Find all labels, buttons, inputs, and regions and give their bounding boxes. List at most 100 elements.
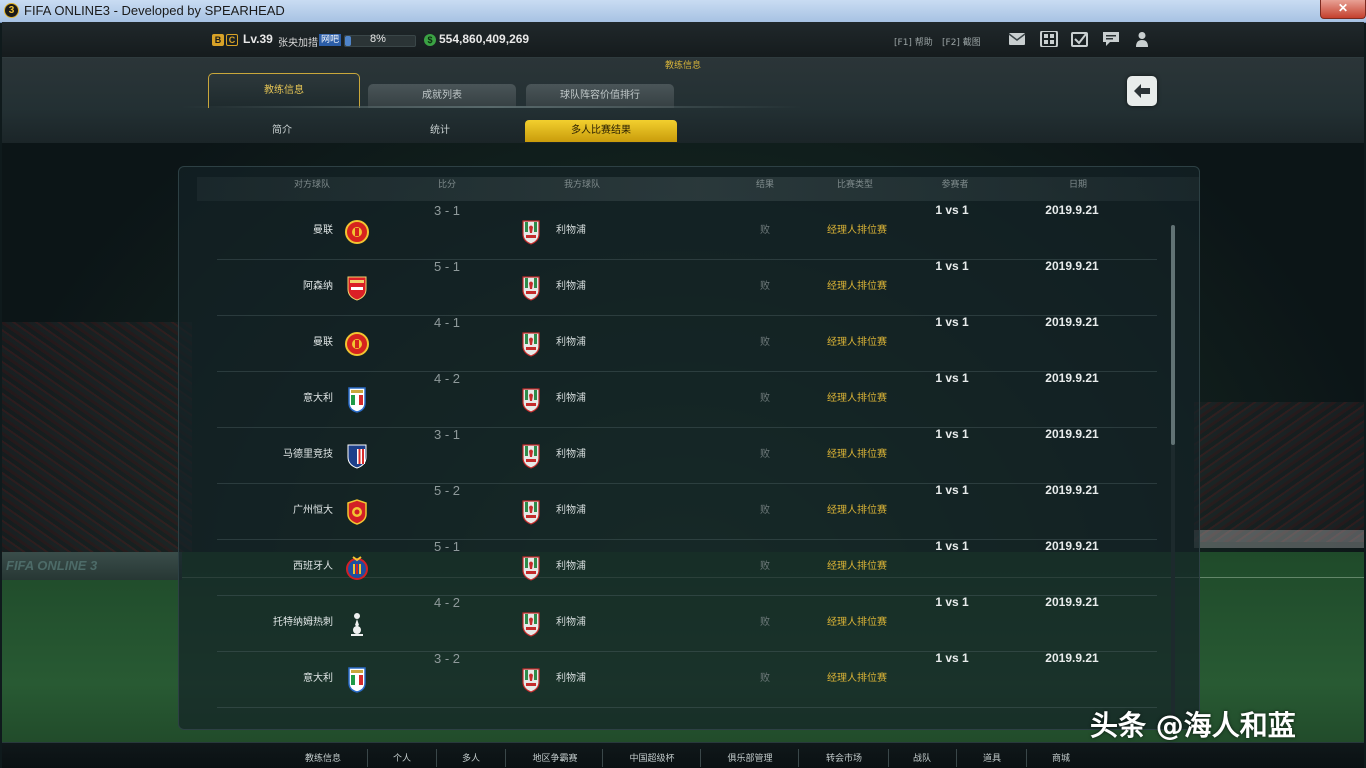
player-name: 张央加措 — [278, 38, 318, 49]
calendar-check-icon[interactable] — [1071, 31, 1089, 47]
match-result: 败 — [760, 281, 770, 292]
ad-board: FIFA ONLINE 3 — [2, 552, 182, 580]
my-team-name: 利物浦 — [556, 337, 586, 348]
opponent-team-name: 广州恒大 — [293, 505, 333, 516]
participants: 1 vs 1 — [935, 483, 969, 497]
match-score: 5 - 1 — [433, 259, 460, 274]
match-row[interactable]: 曼联 4 - 1 利物浦 败 经理人排位赛 1 vs 1 2019.9.21 — [217, 315, 1157, 372]
stadium-crowd-left — [2, 322, 192, 562]
liverpool-crest-icon — [519, 611, 543, 637]
match-result: 败 — [760, 337, 770, 348]
tab-squad-value-ranking[interactable]: 球队阵容价值排行 — [526, 84, 674, 108]
grade-c-badge: C — [226, 34, 238, 46]
game-frame: FIFA ONLINE 3 B C Lv.39 张央加措 网吧 8% $ 554… — [2, 22, 1364, 768]
col-header-opponent: 对方球队 — [293, 180, 330, 190]
window-close-button[interactable]: ✕ — [1320, 0, 1366, 19]
match-row[interactable]: 托特纳姆热刺 4 - 2 利物浦 败 经理人排位赛 1 vs 1 2019.9.21 — [217, 595, 1157, 652]
watermark: 头条 @海人和蓝 — [1090, 709, 1296, 742]
tottenham-crest-icon — [345, 611, 369, 637]
match-type: 经理人排位赛 — [827, 225, 887, 236]
col-header-result: 结果 — [755, 180, 774, 190]
bottom-nav-super-cup[interactable]: 中国超级杯 — [617, 751, 687, 764]
match-type: 经理人排位赛 — [827, 393, 887, 404]
tab-coach-info[interactable]: 教练信息 — [208, 73, 360, 108]
user-icon[interactable] — [1133, 31, 1151, 47]
italy-crest-icon — [345, 387, 369, 413]
match-score: 4 - 1 — [433, 315, 460, 330]
bottom-nav-single[interactable]: 个人 — [382, 751, 422, 764]
bottom-nav-multi[interactable]: 多人 — [451, 751, 491, 764]
my-team-name: 利物浦 — [556, 281, 586, 292]
tab-achievements[interactable]: 成就列表 — [368, 84, 516, 108]
match-row[interactable]: 意大利 4 - 2 利物浦 败 经理人排位赛 1 vs 1 2019.9.21 — [217, 371, 1157, 428]
participants: 1 vs 1 — [935, 427, 969, 441]
nav-separator — [602, 749, 603, 767]
participants: 1 vs 1 — [935, 315, 969, 329]
match-score: 3 - 1 — [433, 203, 460, 218]
bottom-nav-regional[interactable]: 地区争霸赛 — [520, 751, 590, 764]
bottom-nav-shop[interactable]: 商城 — [1041, 751, 1081, 764]
opponent-team-name: 马德里竞技 — [283, 449, 333, 460]
nav-separator — [367, 749, 368, 767]
exp-progress-fill — [345, 36, 351, 46]
subtab-stats[interactable]: 统计 — [390, 120, 490, 142]
match-date: 2019.9.21 — [1045, 595, 1099, 609]
liverpool-crest-icon — [519, 499, 543, 525]
liverpool-crest-icon — [519, 667, 543, 693]
tab-divider — [182, 106, 802, 108]
match-row[interactable]: 阿森纳 5 - 1 利物浦 败 经理人排位赛 1 vs 1 2019.9.21 — [217, 259, 1157, 316]
italy-crest-icon — [345, 667, 369, 693]
match-row[interactable]: 意大利 3 - 2 利物浦 败 经理人排位赛 1 vs 1 2019.9.21 — [217, 651, 1157, 708]
match-row[interactable]: 西班牙人 5 - 1 利物浦 败 经理人排位赛 1 vs 1 2019.9.21 — [217, 539, 1157, 596]
match-row[interactable]: 曼联 3 - 1 利物浦 败 经理人排位赛 1 vs 1 2019.9.21 — [217, 203, 1157, 260]
stadium-crowd-right — [1194, 402, 1364, 542]
match-type: 经理人排位赛 — [827, 673, 887, 684]
match-date: 2019.9.21 — [1045, 203, 1099, 217]
player-level: Lv.39 — [243, 32, 273, 46]
bottom-nav-team[interactable]: 战队 — [902, 751, 942, 764]
match-score: 3 - 2 — [433, 651, 460, 666]
liverpool-crest-icon — [519, 443, 543, 469]
grid-icon[interactable] — [1040, 31, 1058, 47]
scrollbar[interactable] — [1171, 225, 1175, 720]
opponent-team-name: 曼联 — [313, 225, 333, 236]
my-team-name: 利物浦 — [556, 225, 586, 236]
opponent-team-name: 西班牙人 — [293, 561, 333, 572]
back-button[interactable] — [1127, 76, 1157, 106]
match-row[interactable]: 广州恒大 5 - 2 利物浦 败 经理人排位赛 1 vs 1 2019.9.21 — [217, 483, 1157, 540]
match-score: 3 - 1 — [433, 427, 460, 442]
my-team-name: 利物浦 — [556, 673, 586, 684]
scrollbar-thumb[interactable] — [1171, 225, 1175, 445]
match-result: 败 — [760, 225, 770, 236]
nav-separator — [1026, 749, 1027, 767]
help-shortcut[interactable]: [F1] 帮助 — [894, 35, 933, 48]
grade-b-badge: B — [212, 34, 224, 46]
bottom-nav-transfer-market[interactable]: 转会市场 — [814, 751, 874, 764]
bottom-nav-items[interactable]: 道具 — [972, 751, 1012, 764]
participants: 1 vs 1 — [935, 539, 969, 553]
match-score: 4 - 2 — [433, 371, 460, 386]
chat-icon[interactable] — [1102, 31, 1120, 47]
subtab-intro[interactable]: 简介 — [232, 120, 332, 142]
screenshot-shortcut[interactable]: [F2] 截图 — [942, 35, 981, 48]
my-team-name: 利物浦 — [556, 505, 586, 516]
bottom-nav-coach-info[interactable]: 教练信息 — [298, 751, 348, 764]
nav-separator — [505, 749, 506, 767]
my-team-name: 利物浦 — [556, 393, 586, 404]
bottom-nav-club-management[interactable]: 俱乐部管理 — [715, 751, 785, 764]
my-team-name: 利物浦 — [556, 617, 586, 628]
match-row[interactable]: 马德里竞技 3 - 1 利物浦 败 经理人排位赛 1 vs 1 2019.9.21 — [217, 427, 1157, 484]
match-result: 败 — [760, 617, 770, 628]
col-header-participants: 参赛者 — [941, 180, 969, 190]
participants: 1 vs 1 — [935, 371, 969, 385]
match-type: 经理人排位赛 — [827, 281, 887, 292]
match-date: 2019.9.21 — [1045, 427, 1099, 441]
atletico-crest-icon — [345, 443, 369, 469]
liverpool-crest-icon — [519, 555, 543, 581]
net-cafe-tag: 网吧 — [319, 34, 342, 46]
subtab-multiplayer-results[interactable]: 多人比赛结果 — [525, 120, 677, 142]
mail-icon[interactable] — [1008, 31, 1026, 47]
coin-icon: $ — [424, 34, 436, 46]
espanyol-crest-icon — [345, 555, 369, 581]
bottom-nav: 教练信息 个人 多人 地区争霸赛 中国超级杯 俱乐部管理 转会市场 战队 道具 … — [2, 742, 1364, 768]
